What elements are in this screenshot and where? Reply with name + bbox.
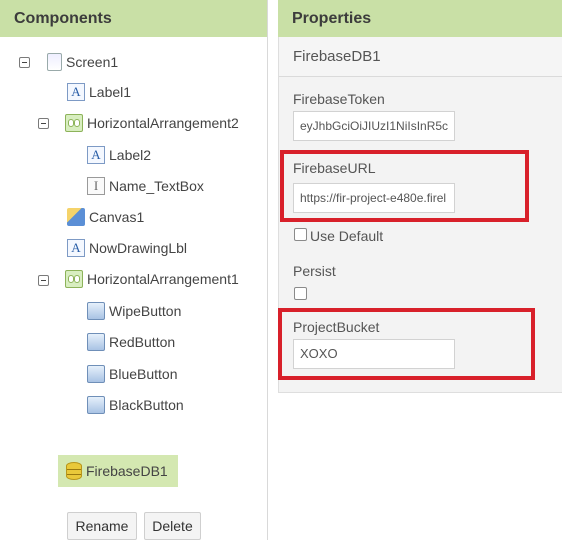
rename-button[interactable]: Rename	[67, 512, 137, 540]
tree-item-bluebutton[interactable]: BlueButton	[87, 360, 178, 388]
textbox-icon: I	[87, 177, 105, 195]
tree-item-redbutton[interactable]: RedButton	[87, 328, 175, 356]
collapse-toggle-harr1[interactable]	[38, 275, 49, 286]
properties-panel: Properties FirebaseDB1 FirebaseToken eyJ…	[278, 0, 562, 540]
tree-item-label: FirebaseDB1	[86, 463, 168, 479]
firebase-token-input[interactable]: eyJhbGciOiJIUzI1NiIsInR5c	[293, 111, 455, 141]
tree-item-nowdrawinglbl[interactable]: A NowDrawingLbl	[67, 234, 187, 262]
tree-item-horizontalarrangement2[interactable]: HorizontalArrangement2	[65, 109, 239, 137]
collapse-toggle-harr2[interactable]	[38, 118, 49, 129]
collapse-toggle-screen1[interactable]	[19, 57, 30, 68]
components-header: Components	[0, 0, 267, 37]
tree-item-label: RedButton	[109, 334, 176, 350]
tree-item-horizontalarrangement1[interactable]: HorizontalArrangement1	[65, 265, 239, 293]
highlight-firebase-url	[280, 150, 529, 222]
persist-checkbox[interactable]	[294, 287, 307, 300]
horizontal-arrangement-icon	[65, 270, 83, 288]
button-icon	[87, 396, 105, 414]
tree-item-label: Screen1	[66, 54, 119, 70]
tree-item-label: WipeButton	[109, 303, 182, 319]
horizontal-arrangement-icon	[65, 114, 83, 132]
tree-item-firebasedb1[interactable]: FirebaseDB1	[58, 455, 178, 487]
use-default-checkbox[interactable]	[294, 228, 307, 241]
tree-item-label1[interactable]: A Label1	[67, 78, 131, 106]
components-panel: Components Screen1 A Label1 HorizontalAr…	[0, 0, 268, 540]
selected-component-name: FirebaseDB1	[279, 37, 562, 77]
firebase-token-label: FirebaseToken	[293, 91, 385, 107]
button-icon	[87, 365, 105, 383]
highlight-project-bucket	[278, 308, 535, 380]
tree-item-label: Name_TextBox	[109, 178, 204, 194]
label-icon: A	[67, 83, 85, 101]
canvas-icon	[67, 208, 85, 226]
properties-header: Properties	[278, 0, 562, 37]
label-icon: A	[67, 239, 85, 257]
tree-item-label: Label2	[109, 147, 152, 163]
label-icon: A	[87, 146, 105, 164]
button-icon	[87, 333, 105, 351]
delete-button[interactable]: Delete	[144, 512, 201, 540]
tree-item-name-textbox[interactable]: I Name_TextBox	[87, 172, 204, 200]
tree-item-label: HorizontalArrangement2	[87, 115, 239, 131]
tree-item-wipebutton[interactable]: WipeButton	[87, 297, 181, 325]
tree-item-label: BlueButton	[109, 366, 178, 382]
use-default-label: Use Default	[310, 228, 384, 244]
tree-item-label: BlackButton	[109, 397, 184, 413]
tree-item-blackbutton[interactable]: BlackButton	[87, 391, 184, 419]
tree-item-label: Canvas1	[89, 209, 145, 225]
button-icon	[87, 302, 105, 320]
tree-item-canvas1[interactable]: Canvas1	[67, 203, 144, 231]
persist-label: Persist	[293, 263, 336, 279]
tree-item-label: Label1	[89, 84, 132, 100]
screen-icon	[47, 53, 62, 71]
firebase-db-icon	[66, 462, 82, 480]
tree-item-label: NowDrawingLbl	[89, 240, 188, 256]
tree-item-screen1[interactable]: Screen1	[47, 48, 118, 76]
tree-item-label: HorizontalArrangement1	[87, 271, 239, 287]
tree-item-label2[interactable]: A Label2	[87, 141, 151, 169]
